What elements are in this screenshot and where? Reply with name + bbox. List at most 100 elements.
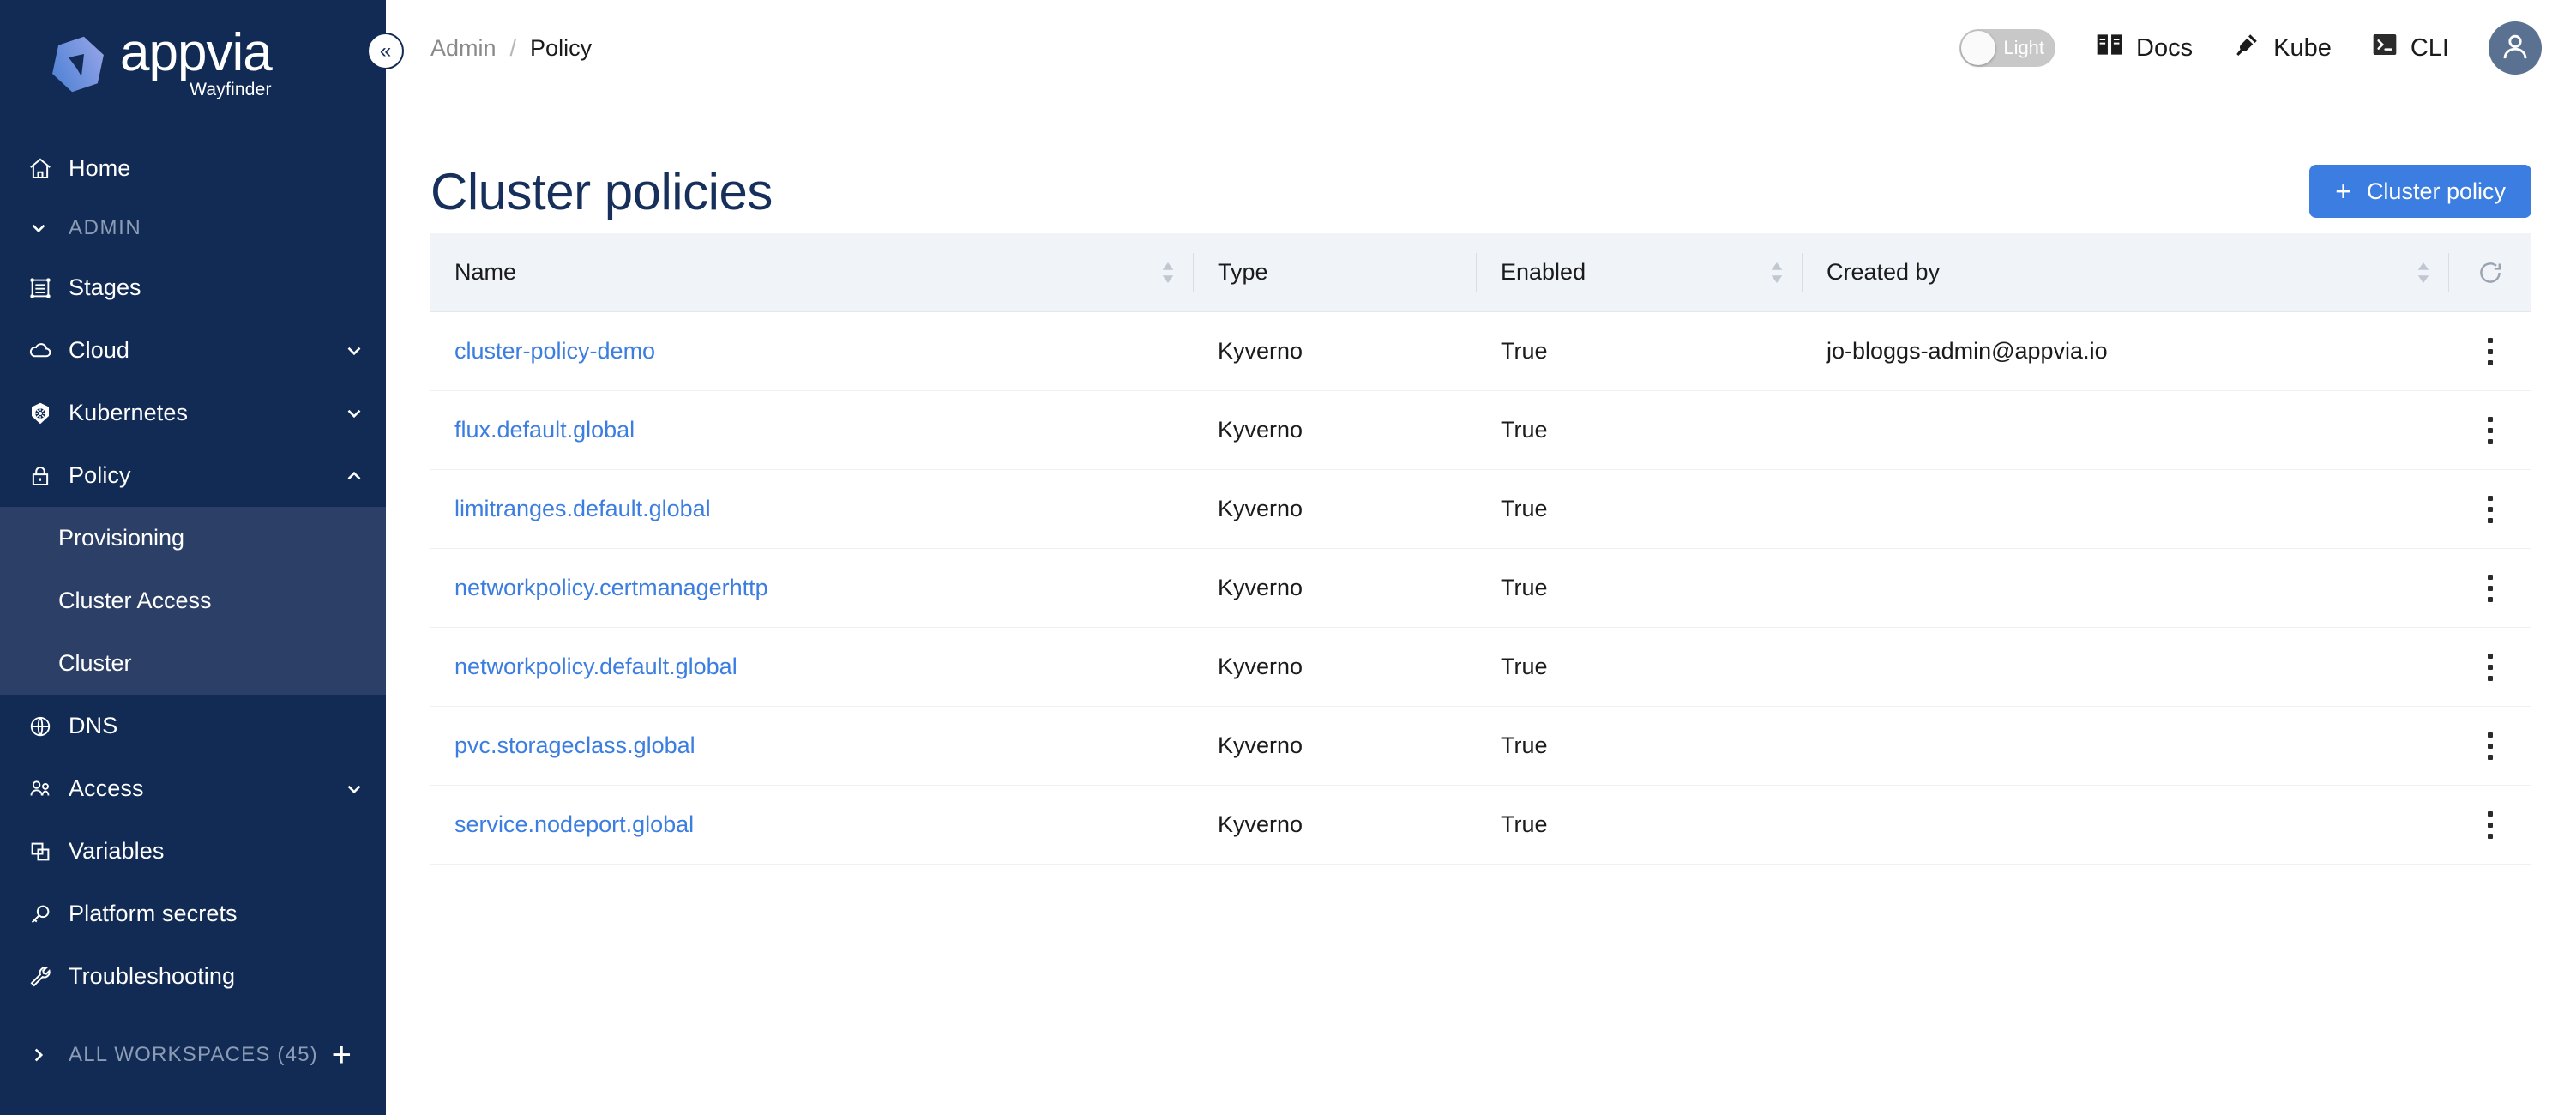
cli-label: CLI [2410, 33, 2449, 62]
sort-toggle-name[interactable] [1161, 262, 1175, 283]
terminal-icon [2371, 32, 2398, 64]
sidebar-item-label: Variables [69, 838, 165, 864]
top-bar-actions: Light Docs Kube CLI [1959, 21, 2542, 75]
column-header-name[interactable]: Name [430, 233, 1194, 312]
sidebar-item-cluster-access[interactable]: Cluster Access [0, 570, 386, 632]
users-icon [27, 776, 69, 802]
sidebar-item-policy[interactable]: Policy [0, 444, 386, 507]
sidebar-item-access[interactable]: Access [0, 757, 386, 820]
table-row: networkpolicy.default.global Kyverno True [430, 628, 2531, 707]
cli-link[interactable]: CLI [2371, 32, 2449, 64]
kebab-menu-icon[interactable] [2488, 495, 2493, 523]
policy-created-by-cell [1803, 707, 2449, 786]
sidebar-item-home[interactable]: Home [0, 137, 386, 200]
sidebar-item-label: Home [69, 155, 131, 181]
add-workspace-plus-icon[interactable]: + [332, 1038, 352, 1072]
breadcrumb-parent[interactable]: Admin [430, 35, 497, 62]
policy-name-link[interactable]: flux.default.global [430, 391, 1194, 470]
policy-name-link[interactable]: service.nodeport.global [430, 786, 1194, 865]
policy-name-link[interactable]: limitranges.default.global [430, 470, 1194, 549]
sidebar-item-platform-secrets[interactable]: Platform secrets [0, 883, 386, 945]
sidebar-item-variables[interactable]: Variables [0, 820, 386, 883]
column-header-type[interactable]: Type [1194, 233, 1477, 312]
sort-toggle-created-by[interactable] [2417, 262, 2430, 283]
sidebar-item-label: DNS [69, 713, 118, 738]
table-body: cluster-policy-demo Kyverno True jo-bloggs-… [430, 312, 2531, 865]
kebab-menu-icon[interactable] [2488, 416, 2493, 444]
policy-enabled-cell: True [1501, 417, 1548, 443]
sidebar-item-label: Stages [69, 274, 141, 300]
sidebar-item-provisioning[interactable]: Provisioning [0, 507, 386, 570]
kebab-menu-icon[interactable] [2488, 811, 2493, 839]
sidebar-item-stages[interactable]: Stages [0, 256, 386, 319]
chevron-down-icon[interactable] [343, 402, 365, 425]
chevron-up-icon[interactable] [343, 465, 365, 487]
row-actions-cell [2449, 470, 2531, 549]
wrench-icon [27, 964, 69, 990]
sort-toggle-enabled[interactable] [1770, 262, 1784, 283]
policy-name-link[interactable]: networkpolicy.default.global [430, 628, 1194, 707]
policy-type-cell: Kyverno [1218, 496, 1303, 521]
sidebar-group-label: ADMIN [69, 216, 142, 239]
table-header-row: Name Type Enabled Created by [430, 233, 2531, 312]
chevron-down-icon[interactable] [343, 340, 365, 362]
kebab-menu-icon[interactable] [2488, 653, 2493, 681]
stages-icon [27, 275, 69, 301]
copy-icon [27, 839, 69, 865]
sidebar-item-label: Troubleshooting [69, 963, 236, 989]
sidebar-subitem-label: Cluster [58, 650, 132, 676]
policy-type-cell: Kyverno [1218, 575, 1303, 600]
sidebar-collapse-button[interactable]: « [367, 33, 404, 69]
kubernetes-icon [27, 401, 69, 426]
plus-icon: + [2335, 176, 2351, 207]
sidebar-nav: Home ADMIN Stages Cloud Kubernetes Polic… [0, 129, 386, 1085]
sidebar-item-dns[interactable]: DNS [0, 695, 386, 757]
add-cluster-policy-button[interactable]: + Cluster policy [2309, 165, 2531, 218]
sidebar-item-cluster[interactable]: Cluster [0, 632, 386, 695]
lock-icon [27, 463, 69, 489]
sidebar-subitem-label: Cluster Access [58, 588, 212, 613]
kebab-menu-icon[interactable] [2488, 732, 2493, 760]
kebab-menu-icon[interactable] [2488, 574, 2493, 602]
policy-name-link[interactable]: pvc.storageclass.global [430, 707, 1194, 786]
row-actions-cell [2449, 786, 2531, 865]
cluster-policies-table: Name Type Enabled Created by cluster-pol… [430, 233, 2531, 865]
refresh-icon[interactable] [2476, 258, 2505, 287]
user-avatar-icon [2498, 29, 2532, 68]
policy-enabled-cell: True [1501, 732, 1548, 758]
table-row: limitranges.default.global Kyverno True [430, 470, 2531, 549]
policy-name-link[interactable]: networkpolicy.certmanagerhttp [430, 549, 1194, 628]
sidebar-all-workspaces[interactable]: ALL WORKSPACES (45) + [0, 1025, 386, 1085]
sidebar-item-label: Platform secrets [69, 901, 238, 926]
policy-type-cell: Kyverno [1218, 811, 1303, 837]
column-header-actions [2449, 233, 2531, 312]
policy-created-by-cell [1803, 391, 2449, 470]
chevron-down-icon [27, 217, 69, 239]
brand-name: appvia [120, 23, 273, 83]
chevron-down-icon[interactable] [343, 778, 365, 800]
toggle-knob [1961, 31, 1996, 65]
theme-toggle[interactable]: Light [1959, 29, 2056, 67]
chevron-right-icon [27, 1044, 69, 1066]
sidebar-item-cloud[interactable]: Cloud [0, 319, 386, 382]
sidebar-subnav-policy: Provisioning Cluster Access Cluster [0, 507, 386, 695]
theme-toggle-label: Light [2003, 37, 2045, 58]
kebab-menu-icon[interactable] [2488, 337, 2493, 365]
sidebar: appvia Wayfinder « Home ADMIN Stages Clo… [0, 0, 404, 1115]
sidebar-group-admin[interactable]: ADMIN [0, 200, 386, 256]
kube-link[interactable]: Kube [2232, 32, 2332, 64]
appvia-hexagon-logo-icon [51, 35, 105, 93]
policy-enabled-cell: True [1501, 496, 1548, 521]
docs-link[interactable]: Docs [2095, 32, 2193, 64]
avatar[interactable] [2489, 21, 2542, 75]
brand-logo[interactable]: appvia Wayfinder [0, 0, 386, 129]
policy-created-by-cell [1803, 786, 2449, 865]
policy-name-link[interactable]: cluster-policy-demo [430, 312, 1194, 391]
table-row: networkpolicy.certmanagerhttp Kyverno True [430, 549, 2531, 628]
sidebar-item-kubernetes[interactable]: Kubernetes [0, 382, 386, 444]
breadcrumb-current: Policy [530, 34, 593, 61]
sidebar-item-label: Access [69, 775, 144, 801]
column-header-enabled[interactable]: Enabled [1477, 233, 1803, 312]
column-header-created-by[interactable]: Created by [1803, 233, 2449, 312]
sidebar-item-troubleshooting[interactable]: Troubleshooting [0, 945, 386, 1008]
